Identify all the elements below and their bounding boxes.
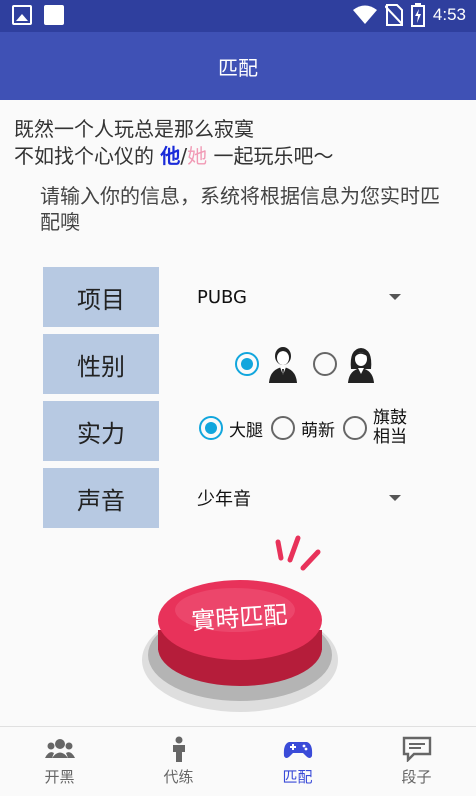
app-bar: 匹配	[0, 32, 476, 100]
female-avatar-icon	[348, 348, 374, 383]
skill-option-2-label: 萌新	[301, 420, 335, 441]
female-radio[interactable]	[313, 352, 337, 376]
voice-row: 声音 少年音	[43, 468, 433, 528]
skill-option-1[interactable]: 大腿	[199, 416, 263, 441]
tab-match[interactable]: 匹配	[238, 727, 357, 796]
skill-option-1-label: 大腿	[229, 420, 263, 441]
description: 请输入你的信息，系统将根据信息为您实时匹配噢	[40, 184, 440, 234]
match-button[interactable]: 實時匹配	[140, 530, 340, 730]
game-label: 项目	[43, 267, 159, 327]
person-icon	[172, 736, 185, 762]
intro-she: 她	[187, 144, 208, 168]
game-spinner[interactable]: PUBG	[197, 277, 407, 317]
intro-text: 既然一个人玩总是那么寂寞 不如找个心仪的 他/她 一起玩乐吧～	[14, 116, 333, 170]
tab-team-label: 开黑	[44, 768, 75, 786]
voice-label: 声音	[43, 468, 159, 528]
tab-boost-label: 代练	[163, 768, 194, 786]
tab-match-label: 匹配	[282, 768, 313, 786]
male-avatar-icon	[269, 347, 297, 383]
skill-option-2[interactable]: 萌新	[271, 416, 335, 441]
intro-he: 他	[160, 144, 181, 168]
tab-jokes[interactable]: 段子	[357, 727, 476, 796]
group-icon	[44, 739, 75, 758]
sparkle-lines	[275, 535, 321, 571]
voice-value: 少年音	[197, 489, 251, 510]
gender-label: 性别	[43, 334, 159, 394]
bottom-nav: 开黑 代练 匹配 段子	[0, 726, 476, 796]
dropdown-arrow-icon	[389, 294, 401, 300]
skill-option-3-label-line2: 相当	[373, 427, 407, 447]
no-sim-icon	[384, 4, 403, 26]
intro-line2-suffix: 一起玩乐吧～	[207, 144, 334, 168]
gender-row: 性别	[43, 334, 433, 394]
skill-row: 实力 大腿 萌新 旗鼓 相当	[43, 401, 433, 461]
status-bar: 4:53	[0, 0, 476, 32]
chat-icon	[402, 736, 431, 762]
male-radio[interactable]	[235, 352, 259, 376]
skill-label: 实力	[43, 401, 159, 461]
skill-option-3-label-line1: 旗鼓	[373, 408, 407, 428]
dropdown-arrow-icon	[389, 495, 401, 501]
tab-team[interactable]: 开黑	[0, 727, 119, 796]
square-icon	[44, 5, 64, 25]
intro-line2-prefix: 不如找个心仪的	[14, 144, 161, 168]
battery-charging-icon	[410, 3, 425, 27]
skill-option-3-label: 旗鼓 相当	[373, 409, 409, 447]
skill-radio-2[interactable]	[271, 416, 295, 440]
intro-line1: 既然一个人玩总是那么寂寞	[14, 117, 254, 141]
skill-radio-3[interactable]	[343, 416, 367, 440]
page-title: 匹配	[218, 55, 258, 80]
skill-radio-1[interactable]	[199, 416, 223, 440]
gamepad-icon	[283, 742, 312, 758]
image-icon	[12, 5, 32, 25]
wifi-icon	[352, 5, 377, 24]
voice-spinner[interactable]: 少年音	[197, 478, 407, 518]
tab-jokes-label: 段子	[401, 768, 432, 786]
game-row: 项目 PUBG	[43, 267, 433, 327]
game-value: PUBG	[197, 286, 248, 308]
status-time: 4:53	[432, 5, 466, 24]
skill-option-3[interactable]: 旗鼓 相当	[343, 409, 409, 447]
intro-line2: 不如找个心仪的 他/她 一起玩乐吧～	[14, 143, 333, 170]
tab-boost[interactable]: 代练	[119, 727, 238, 796]
